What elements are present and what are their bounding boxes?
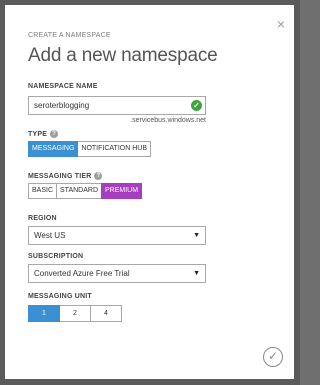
help-icon[interactable]: ? (94, 172, 103, 180)
subscription-select[interactable]: Converted Azure Free Trial ▼ (28, 264, 206, 283)
tier-option-basic[interactable]: BASIC (28, 183, 58, 199)
confirm-check-button[interactable]: ✓ (263, 347, 283, 367)
type-option-messaging[interactable]: MESSAGING (28, 141, 79, 157)
messaging-unit-label-text: MESSAGING UNIT (28, 293, 92, 300)
type-segmented-control: MESSAGING NOTIFICATION HUB (28, 141, 151, 157)
subscription-label-text: SUBSCRIPTION (28, 253, 84, 260)
help-icon[interactable]: ? (50, 130, 59, 138)
region-label: REGION (28, 215, 57, 222)
create-namespace-dialog: × CREATE A NAMESPACE Add a new namespace… (0, 0, 300, 385)
messaging-tier-label: MESSAGING TIER ? (28, 172, 103, 180)
region-label-text: REGION (28, 215, 57, 222)
type-option-notification-hub[interactable]: NOTIFICATION HUB (77, 141, 151, 157)
namespace-name-label: NAMESPACE NAME (28, 83, 98, 90)
subscription-value: Converted Azure Free Trial (34, 269, 130, 278)
namespace-suffix: .servicebus.windows.net (130, 117, 206, 124)
tier-option-standard[interactable]: STANDARD (56, 183, 102, 199)
chevron-down-icon: ▼ (193, 270, 200, 277)
namespace-name-input[interactable] (28, 96, 206, 115)
type-label: TYPE ? (28, 130, 59, 138)
tier-segmented-control: BASIC STANDARD PREMIUM (28, 183, 143, 199)
unit-option-2[interactable]: 2 (59, 305, 91, 322)
type-label-text: TYPE (28, 130, 48, 138)
unit-option-1[interactable]: 1 (28, 305, 60, 322)
unit-segmented-control: 1 2 4 (28, 305, 122, 322)
messaging-unit-label: MESSAGING UNIT (28, 293, 92, 300)
dialog-title: Add a new namespace (28, 45, 218, 66)
region-value: West US (34, 231, 66, 240)
messaging-tier-label-text: MESSAGING TIER (28, 172, 92, 180)
chevron-down-icon: ▼ (193, 232, 200, 239)
dialog-eyebrow: CREATE A NAMESPACE (28, 32, 111, 39)
subscription-label: SUBSCRIPTION (28, 253, 83, 260)
unit-option-4[interactable]: 4 (90, 305, 122, 322)
namespace-name-label-text: NAMESPACE NAME (28, 83, 98, 90)
tier-option-premium[interactable]: PREMIUM (101, 183, 143, 199)
check-circle-icon: ✓ (191, 100, 202, 111)
close-icon[interactable]: × (274, 17, 288, 31)
region-select[interactable]: West US ▼ (28, 226, 206, 245)
